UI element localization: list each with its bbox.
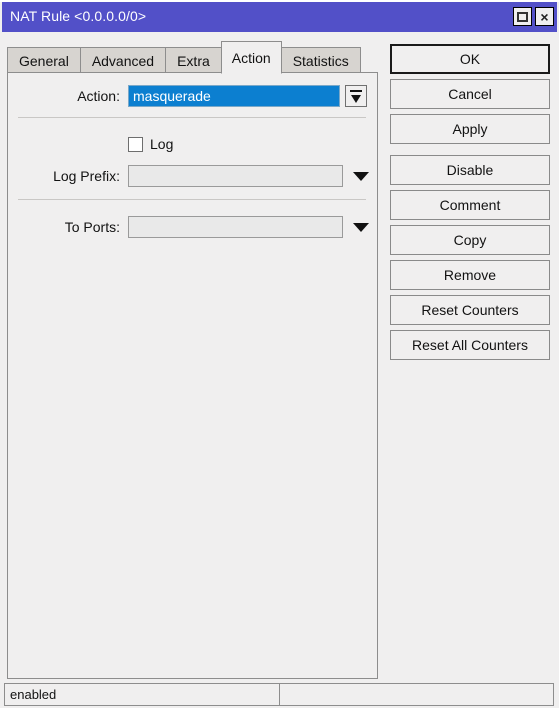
- remove-button[interactable]: Remove: [390, 260, 550, 290]
- tab-general[interactable]: General: [7, 47, 81, 74]
- dropdown-arrow-icon: [351, 95, 361, 103]
- tab-advanced[interactable]: Advanced: [79, 47, 167, 74]
- maximize-button[interactable]: [513, 7, 532, 26]
- log-prefix-input[interactable]: [128, 165, 343, 187]
- disable-button[interactable]: Disable: [390, 155, 550, 185]
- to-ports-chevron-down-icon[interactable]: [353, 222, 369, 232]
- tab-action[interactable]: Action: [220, 41, 282, 74]
- to-ports-label: To Ports:: [64, 219, 120, 235]
- dropdown-bar-icon: [350, 90, 362, 92]
- status-bar-left: enabled: [4, 683, 280, 706]
- log-row: Log: [8, 136, 370, 152]
- to-ports-row: To Ports:: [8, 216, 370, 238]
- log-label: Log: [150, 136, 174, 152]
- copy-button[interactable]: Copy: [390, 225, 550, 255]
- separator-1: [18, 117, 366, 118]
- reset-counters-button[interactable]: Reset Counters: [390, 295, 550, 325]
- action-row: Action: masquerade: [8, 85, 370, 107]
- to-ports-input[interactable]: [128, 216, 343, 238]
- separator-2: [18, 199, 366, 200]
- window-title: NAT Rule <0.0.0.0/0>: [10, 8, 147, 24]
- log-prefix-label: Log Prefix:: [53, 168, 120, 184]
- ok-button[interactable]: OK: [390, 44, 550, 74]
- status-bar-right: [279, 683, 554, 706]
- log-prefix-chevron-down-icon[interactable]: [353, 171, 369, 181]
- nat-rule-dialog: NAT Rule <0.0.0.0/0> × General Advanced …: [0, 2, 559, 708]
- action-dropdown-button[interactable]: [345, 85, 367, 107]
- log-prefix-row: Log Prefix:: [8, 165, 370, 187]
- tab-extra[interactable]: Extra: [165, 47, 222, 74]
- title-bar: NAT Rule <0.0.0.0/0> ×: [2, 2, 557, 32]
- close-icon: ×: [540, 8, 549, 25]
- reset-all-counters-button[interactable]: Reset All Counters: [390, 330, 550, 360]
- tab-statistics[interactable]: Statistics: [280, 47, 361, 74]
- comment-button[interactable]: Comment: [390, 190, 550, 220]
- action-label: Action:: [77, 88, 120, 104]
- maximize-icon: [517, 11, 528, 22]
- action-tab-panel: Action: masquerade Log Log Prefix: To Po…: [7, 72, 378, 679]
- status-bar: enabled: [4, 683, 555, 706]
- log-checkbox[interactable]: [128, 136, 143, 152]
- dialog-button-column: OK Cancel Apply Disable Comment Copy Rem…: [390, 44, 550, 365]
- apply-button[interactable]: Apply: [390, 114, 550, 144]
- close-button[interactable]: ×: [535, 7, 554, 26]
- action-input[interactable]: masquerade: [128, 85, 340, 107]
- cancel-button[interactable]: Cancel: [390, 79, 550, 109]
- tab-strip: General Advanced Extra Action Statistics: [7, 41, 361, 74]
